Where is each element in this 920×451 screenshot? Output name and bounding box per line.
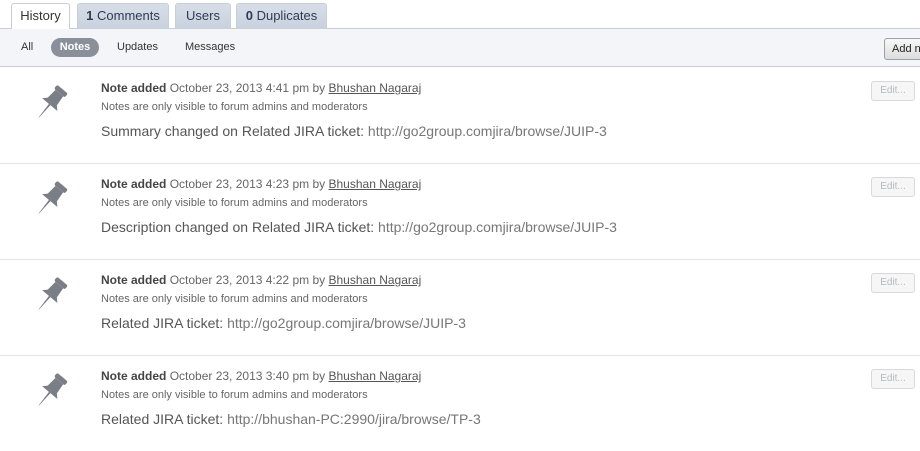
edit-button[interactable]: Edit... [871, 273, 915, 293]
tab-bar: History 1 Comments Users 0 Duplicates [0, 0, 920, 30]
entry-kind: Note added [101, 273, 167, 287]
pushpin-icon [38, 373, 68, 406]
entry-meta: Note added October 23, 2013 4:23 pm by B… [101, 177, 421, 191]
ticket-link[interactable]: http://go2group.comjira/browse/JUIP-3 [378, 219, 617, 235]
filter-messages[interactable]: Messages [185, 38, 235, 57]
tab-users[interactable]: Users [175, 3, 231, 29]
edit-button[interactable]: Edit... [871, 81, 915, 101]
filter-all[interactable]: All [21, 38, 33, 57]
entry-text: Related JIRA ticket: [101, 411, 224, 427]
tab-comments[interactable]: 1 Comments [77, 3, 169, 29]
entry-body: Summary changed on Related JIRA ticket: … [101, 123, 607, 139]
tab-label: Users [186, 8, 220, 23]
add-note-button[interactable]: Add n [884, 38, 920, 60]
entry-body: Description changed on Related JIRA tick… [101, 219, 617, 235]
entry-by: by [312, 177, 326, 191]
history-entry: Note added October 23, 2013 4:41 pm by B… [0, 68, 920, 164]
tab-label: Comments [97, 8, 160, 23]
entry-text: Summary changed on Related JIRA ticket: [101, 123, 365, 139]
filter-notes[interactable]: Notes [51, 38, 99, 57]
history-entry: Note added October 23, 2013 3:40 pm by B… [0, 356, 920, 451]
tab-duplicates[interactable]: 0 Duplicates [236, 3, 327, 29]
entry-date: October 23, 2013 4:22 pm [169, 273, 310, 287]
tab-history[interactable]: History [11, 3, 70, 30]
edit-button[interactable]: Edit... [871, 369, 915, 389]
entry-body: Related JIRA ticket: http://bhushan-PC:2… [101, 411, 481, 427]
author-link[interactable]: Bhushan Nagaraj [329, 369, 422, 383]
filter-bar: All Notes Updates Messages Add n [0, 29, 920, 67]
edit-button[interactable]: Edit... [871, 177, 915, 197]
entry-by: by [312, 81, 326, 95]
filter-updates[interactable]: Updates [117, 38, 158, 57]
entry-kind: Note added [101, 177, 167, 191]
ticket-link[interactable]: http://go2group.comjira/browse/JUIP-3 [227, 315, 466, 331]
visibility-note: Notes are only visible to forum admins a… [101, 389, 368, 401]
entry-meta: Note added October 23, 2013 3:40 pm by B… [101, 369, 421, 383]
entry-kind: Note added [101, 81, 167, 95]
pushpin-icon [38, 277, 68, 310]
entry-kind: Note added [101, 369, 167, 383]
entry-body: Related JIRA ticket: http://go2group.com… [101, 315, 466, 331]
author-link[interactable]: Bhushan Nagaraj [329, 81, 422, 95]
entry-by: by [312, 369, 326, 383]
author-link[interactable]: Bhushan Nagaraj [329, 273, 422, 287]
tab-count: 0 [245, 8, 253, 23]
visibility-note: Notes are only visible to forum admins a… [101, 197, 368, 209]
entry-meta: Note added October 23, 2013 4:22 pm by B… [101, 273, 421, 287]
pushpin-icon [38, 85, 68, 118]
entry-date: October 23, 2013 4:41 pm [169, 81, 310, 95]
ticket-link[interactable]: http://bhushan-PC:2990/jira/browse/TP-3 [227, 411, 481, 427]
pushpin-icon [38, 181, 68, 214]
tab-label: Duplicates [256, 8, 318, 23]
entry-text: Related JIRA ticket: [101, 315, 224, 331]
tab-label: History [20, 8, 61, 23]
tab-count: 1 [86, 8, 94, 23]
entry-text: Description changed on Related JIRA tick… [101, 219, 375, 235]
entry-by: by [312, 273, 326, 287]
entry-date: October 23, 2013 3:40 pm [169, 369, 310, 383]
entry-date: October 23, 2013 4:23 pm [169, 177, 310, 191]
history-entry: Note added October 23, 2013 4:23 pm by B… [0, 164, 920, 260]
history-entry: Note added October 23, 2013 4:22 pm by B… [0, 260, 920, 356]
author-link[interactable]: Bhushan Nagaraj [329, 177, 422, 191]
entry-meta: Note added October 23, 2013 4:41 pm by B… [101, 81, 421, 95]
visibility-note: Notes are only visible to forum admins a… [101, 101, 368, 113]
ticket-link[interactable]: http://go2group.comjira/browse/JUIP-3 [368, 123, 607, 139]
visibility-note: Notes are only visible to forum admins a… [101, 293, 368, 305]
